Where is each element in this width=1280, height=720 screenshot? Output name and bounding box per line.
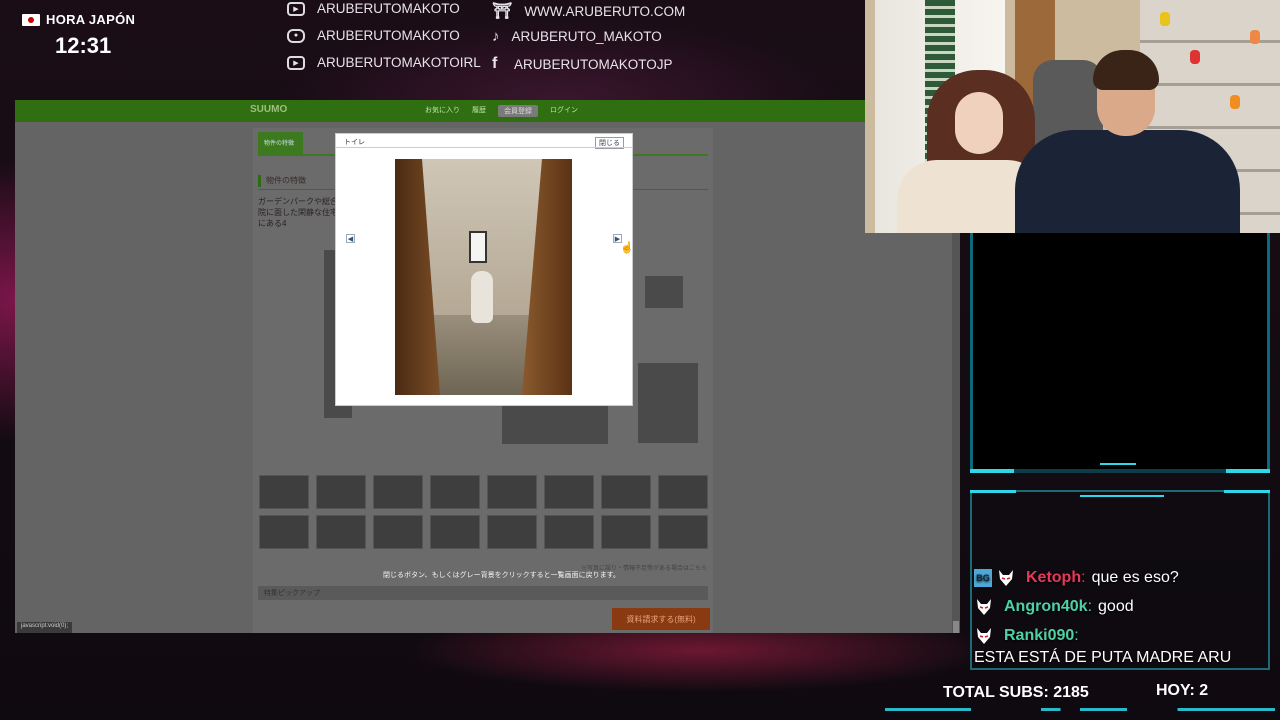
site-logo[interactable]: SUUMO	[250, 104, 287, 115]
clock-label: HORA JAPÓN	[46, 12, 136, 27]
nav-favorites[interactable]: お気に入り	[425, 105, 460, 117]
social-facebook: f ARUBERUTOMAKOTOJP	[492, 55, 673, 72]
site-nav: お気に入り 履歴 会員登録 ログイン	[425, 105, 578, 117]
thumbnail[interactable]	[487, 515, 537, 549]
nav-register[interactable]: 会員登録	[498, 105, 538, 117]
total-subs-counter: TOTAL SUBS: 2185	[943, 684, 1089, 701]
clock-time: 12:31	[55, 33, 112, 58]
chat-message: BG Ketoph: que es eso?	[974, 567, 1270, 589]
instagram-icon: ●	[287, 28, 305, 43]
thumbnail[interactable]	[601, 515, 651, 549]
kitsune-mask-icon	[996, 568, 1016, 588]
inquiry-button[interactable]: 資料請求する(無料)	[612, 608, 710, 630]
japan-flag-icon	[22, 13, 40, 26]
lightbox-divider	[336, 147, 632, 148]
chat-text: ESTA ESTÁ DE PUTA MADRE ARU	[974, 649, 1232, 666]
thumbnail[interactable]	[259, 475, 309, 509]
photo-lightbox: トイレ 閉じる ◀ ▶ ☝	[335, 133, 634, 406]
pickup-section: 特集ピックアップ	[258, 586, 708, 600]
room-photo-2[interactable]	[638, 363, 698, 443]
lightbox-title: トイレ	[344, 139, 365, 146]
nav-login[interactable]: ログイン	[550, 105, 578, 117]
nav-history[interactable]: 履歴	[472, 105, 486, 117]
social-tiktok: ♪ ARUBERUTO_MAKOTO	[492, 28, 662, 45]
tiktok-icon: ♪	[492, 28, 500, 45]
chat-text: good	[1098, 598, 1134, 615]
thumbnail[interactable]	[544, 475, 594, 509]
thumbnail[interactable]	[430, 475, 480, 509]
mouse-cursor-icon: ☝	[620, 242, 634, 254]
thumbnail[interactable]	[430, 515, 480, 549]
bg-badge-icon: BG	[974, 569, 992, 587]
thumbnail[interactable]	[544, 515, 594, 549]
japan-clock: HORA JAPÓN 12:31	[22, 12, 135, 59]
prev-photo-button[interactable]: ◀	[346, 234, 355, 243]
youtube-icon: ▶	[287, 55, 305, 70]
social-youtube-irl: ▶ ARUBERUTOMAKOTOIRL	[287, 55, 481, 70]
thumbnail[interactable]	[373, 475, 423, 509]
thumbnail[interactable]	[373, 515, 423, 549]
footer-accent-line	[885, 708, 1275, 711]
thumbnail[interactable]	[316, 475, 366, 509]
thumbnail[interactable]	[487, 475, 537, 509]
close-hint: 閉じるボタン、もしくはグレー背景をクリックすると一覧画面に戻ります。	[383, 572, 620, 579]
youtube-icon: ▶	[287, 1, 305, 16]
torii-icon: ⛩	[492, 3, 513, 20]
chat-message: Angron40k: good	[974, 596, 1270, 618]
facebook-icon: f	[492, 55, 498, 72]
webcam-feed	[865, 0, 1280, 233]
thumbnail[interactable]	[316, 515, 366, 549]
thumbnail[interactable]	[658, 515, 708, 549]
social-instagram: ● ARUBERUTOMAKOTO	[287, 28, 460, 43]
toilet-photo	[395, 159, 572, 395]
kitsune-mask-icon	[974, 597, 994, 617]
room-photo[interactable]	[502, 406, 608, 444]
today-subs-counter: HOY: 2	[1156, 682, 1209, 699]
tab-features[interactable]: 物件の特徴	[258, 132, 303, 154]
social-website: ⛩ WWW.ARUBERUTO.COM	[492, 3, 686, 20]
status-bar: javascript:void(0);	[17, 622, 73, 633]
kitsune-mask-icon	[974, 626, 994, 646]
secondary-frame	[970, 233, 1270, 473]
chat-panel: BG Ketoph: que es eso? Angron40k: good R…	[970, 490, 1270, 670]
chat-list: BG Ketoph: que es eso? Angron40k: good R…	[974, 567, 1270, 676]
thumbnail[interactable]	[658, 475, 708, 509]
thumbnail[interactable]	[259, 515, 309, 549]
thumbnail-grid	[259, 475, 708, 549]
thumbnail[interactable]	[601, 475, 651, 509]
floorplan-photo[interactable]	[645, 276, 683, 308]
chat-text: que es eso?	[1091, 569, 1179, 586]
social-youtube-main: ▶ ARUBERUTOMAKOTO	[287, 1, 460, 16]
chat-username[interactable]: Ranki090	[1004, 625, 1074, 647]
chat-username[interactable]: Angron40k	[1004, 596, 1088, 618]
chat-message: Ranki090: ESTA ESTÁ DE PUTA MADRE ARU	[974, 625, 1270, 669]
site-header: SUUMO お気に入り 履歴 会員登録 ログイン	[15, 100, 960, 122]
chat-username[interactable]: Ketoph	[1026, 567, 1081, 589]
